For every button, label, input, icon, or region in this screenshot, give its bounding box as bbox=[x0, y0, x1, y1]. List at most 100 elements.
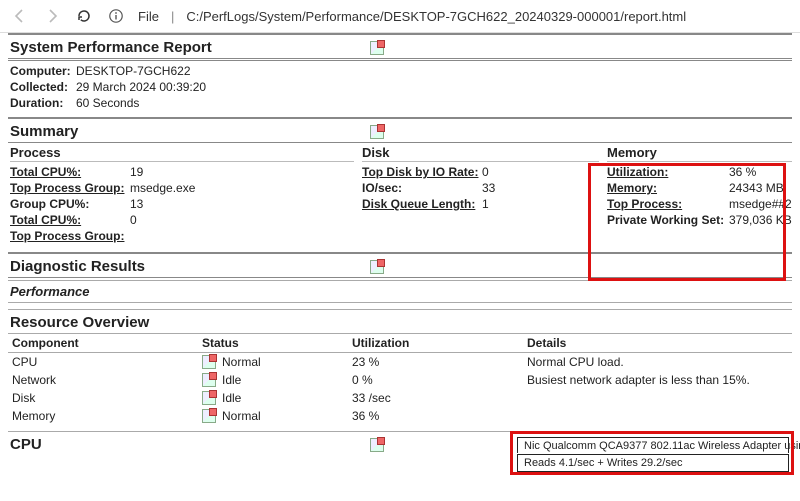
summary-row: Total CPU%:19 bbox=[10, 164, 354, 180]
summary-disk-title: Disk bbox=[362, 145, 599, 162]
broken-image-icon bbox=[202, 391, 216, 405]
summary-value: 13 bbox=[130, 197, 143, 211]
broken-image-icon bbox=[370, 438, 384, 452]
summary-row: Top Process Group:msedge.exe bbox=[10, 180, 354, 196]
summary-value: 0 bbox=[482, 165, 489, 179]
summary-row: Group CPU%:13 bbox=[10, 196, 354, 212]
table-row: CPU Normal 23 %Normal CPU load. bbox=[8, 353, 792, 372]
summary-value: 1 bbox=[482, 197, 489, 211]
browser-toolbar: File | C:/PerfLogs/System/Performance/DE… bbox=[0, 0, 800, 33]
cell-status: Idle bbox=[198, 371, 348, 389]
summary-row: Top Process:msedge##2 bbox=[607, 196, 792, 212]
broken-image-icon bbox=[370, 125, 384, 139]
meta-computer-label: Computer: bbox=[10, 64, 72, 78]
table-row: Network Idle 0 %Busiest network adapter is… bbox=[8, 371, 792, 389]
summary-value: 36 % bbox=[729, 165, 756, 179]
meta-collected-label: Collected: bbox=[10, 80, 72, 94]
section-title: Diagnostic Results bbox=[10, 258, 370, 275]
summary-row: Top Disk by IO Rate:0 bbox=[362, 164, 599, 180]
section-resource-overview: Resource Overview bbox=[8, 310, 792, 333]
cell-details: Busiest network adapter is less than 15%… bbox=[523, 371, 792, 389]
summary-key[interactable]: Utilization: bbox=[607, 165, 729, 179]
section-system-performance-report: System Performance Report bbox=[8, 35, 792, 58]
status-text: Idle bbox=[222, 373, 241, 387]
cell-status: Normal bbox=[198, 407, 348, 425]
summary-row: Memory:24343 MB bbox=[607, 180, 792, 196]
summary-row: Total CPU%:0 bbox=[10, 212, 354, 228]
status-text: Normal bbox=[222, 409, 261, 423]
summary-key: IO/sec: bbox=[362, 181, 482, 195]
cell-component: Network bbox=[8, 371, 198, 389]
summary-disk-col: Disk Top Disk by IO Rate:0IO/sec:33Disk … bbox=[360, 145, 605, 244]
cell-component: CPU bbox=[8, 353, 198, 372]
section-summary: Summary bbox=[8, 119, 792, 142]
summary-value: 24343 MB bbox=[729, 181, 784, 195]
meta-duration-label: Duration: bbox=[10, 96, 72, 110]
meta-collected-value: 29 March 2024 00:39:20 bbox=[76, 80, 206, 94]
back-icon[interactable] bbox=[10, 6, 30, 26]
section-title: Resource Overview bbox=[10, 314, 370, 331]
url-separator: | bbox=[171, 9, 174, 24]
summary-value: 33 bbox=[482, 181, 495, 195]
address-bar-url[interactable]: C:/PerfLogs/System/Performance/DESKTOP-7… bbox=[186, 9, 686, 24]
summary-row: Utilization:36 % bbox=[607, 164, 792, 180]
summary-key[interactable]: Total CPU%: bbox=[10, 213, 130, 227]
broken-image-icon bbox=[202, 409, 216, 423]
summary-row: IO/sec:33 bbox=[362, 180, 599, 196]
col-utilization: Utilization bbox=[348, 334, 523, 353]
summary-value: 19 bbox=[130, 165, 143, 179]
summary-key[interactable]: Total CPU%: bbox=[10, 165, 130, 179]
cell-status: Idle bbox=[198, 389, 348, 407]
table-row: MemoryNormal36 % bbox=[8, 407, 792, 425]
reload-icon[interactable] bbox=[74, 6, 94, 26]
summary-process-col: Process Total CPU%:19Top Process Group:m… bbox=[8, 145, 360, 244]
section-title: CPU bbox=[10, 436, 370, 453]
tooltip-disk-reads-writes: Reads 4.1/sec + Writes 29.2/sec bbox=[517, 454, 789, 472]
cell-utilization: 0 % bbox=[348, 371, 523, 389]
cell-details bbox=[523, 407, 792, 425]
info-icon[interactable] bbox=[106, 6, 126, 26]
summary-key[interactable]: Disk Queue Length: bbox=[362, 197, 482, 211]
summary-row: Top Process Group: bbox=[10, 228, 354, 244]
col-status: Status bbox=[198, 334, 348, 353]
broken-image-icon bbox=[370, 41, 384, 55]
summary-process-title: Process bbox=[10, 145, 354, 162]
section-title: System Performance Report bbox=[10, 39, 370, 56]
url-scheme: File bbox=[138, 9, 159, 24]
cell-details bbox=[523, 389, 792, 407]
summary-memory-col: Memory Utilization:36 %Memory:24343 MBTo… bbox=[605, 145, 798, 244]
summary-row: Private Working Set:379,036 KB bbox=[607, 212, 792, 228]
summary-value: msedge##2 bbox=[729, 197, 792, 211]
meta-computer-value: DESKTOP-7GCH622 bbox=[76, 64, 191, 78]
cell-utilization: 33 /sec bbox=[348, 389, 523, 407]
broken-image-icon bbox=[202, 373, 216, 387]
summary-key[interactable]: Top Process Group: bbox=[10, 181, 130, 195]
col-component: Component bbox=[8, 334, 198, 353]
summary-grid: Process Total CPU%:19Top Process Group:m… bbox=[8, 143, 792, 252]
resource-overview-table: Component Status Utilization Details CPU… bbox=[8, 334, 792, 425]
summary-key[interactable]: Top Disk by IO Rate: bbox=[362, 165, 482, 179]
cell-component: Memory bbox=[8, 407, 198, 425]
status-text: Normal bbox=[222, 355, 261, 369]
cell-utilization: 23 % bbox=[348, 353, 523, 372]
summary-value: 379,036 KB bbox=[729, 213, 792, 227]
summary-key[interactable]: Memory: bbox=[607, 181, 729, 195]
section-title: Summary bbox=[10, 123, 370, 140]
summary-key[interactable]: Top Process Group: bbox=[10, 229, 130, 243]
meta-duration-value: 60 Seconds bbox=[76, 96, 139, 110]
summary-value: 0 bbox=[130, 213, 137, 227]
broken-image-icon bbox=[202, 355, 216, 369]
broken-image-icon bbox=[370, 260, 384, 274]
forward-icon[interactable] bbox=[42, 6, 62, 26]
summary-row: Disk Queue Length:1 bbox=[362, 196, 599, 212]
report-metadata: Computer: DESKTOP-7GCH622 Collected: 29 Ma… bbox=[8, 61, 792, 117]
cell-details: Normal CPU load. bbox=[523, 353, 792, 372]
summary-value: msedge.exe bbox=[130, 181, 195, 195]
summary-memory-title: Memory bbox=[607, 145, 792, 162]
diag-subheader-performance: Performance bbox=[8, 281, 792, 302]
tooltip-network-adapter: Nic Qualcomm QCA9377 802.11ac Wireless A… bbox=[517, 437, 789, 455]
summary-key: Private Working Set: bbox=[607, 213, 729, 227]
summary-key[interactable]: Top Process: bbox=[607, 197, 729, 211]
section-diagnostic-results: Diagnostic Results bbox=[8, 254, 792, 277]
table-row: DiskIdle33 /sec bbox=[8, 389, 792, 407]
